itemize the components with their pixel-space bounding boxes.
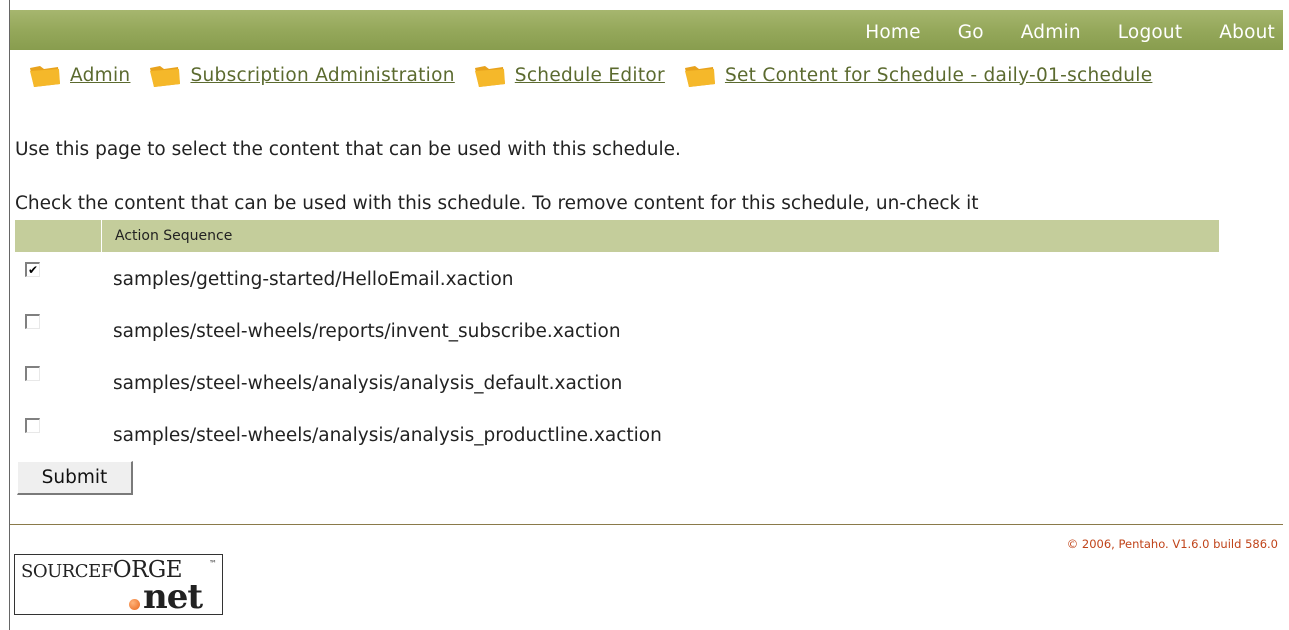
table-header-check-column (15, 220, 102, 252)
row-label: samples/steel-wheels/analysis/analysis_d… (113, 373, 623, 394)
row-label: samples/steel-wheels/analysis/analysis_p… (113, 425, 662, 446)
row-checkbox[interactable]: ✔ (25, 262, 40, 277)
table-row: samples/steel-wheels/analysis/analysis_d… (15, 364, 1015, 404)
row-checkbox[interactable] (25, 314, 40, 329)
row-checkbox[interactable] (25, 418, 40, 433)
folder-icon (474, 66, 505, 87)
nav-logout-link[interactable]: Logout (1118, 22, 1183, 43)
top-nav: Home Go Admin Logout About (828, 22, 1275, 43)
instruction-text: Check the content that can be used with … (15, 193, 979, 214)
footer-divider (10, 524, 1283, 525)
copyright-text: © 2006, Pentaho. V1.6.0 build 586.0 (1066, 537, 1278, 551)
breadcrumb-link-admin[interactable]: Admin (70, 65, 130, 86)
table-header-action-sequence: Action Sequence (115, 228, 233, 244)
table-row: samples/steel-wheels/analysis/analysis_p… (15, 416, 1015, 456)
folder-icon (150, 66, 181, 87)
sourceforge-net-text: net (143, 577, 203, 617)
nav-about-link[interactable]: About (1219, 22, 1275, 43)
breadcrumb-item-admin: Admin (28, 62, 130, 88)
folder-icon (30, 66, 60, 87)
intro-text: Use this page to select the content that… (15, 139, 681, 160)
row-checkbox[interactable] (25, 366, 40, 381)
table-header: Action Sequence (15, 220, 1219, 252)
folder-icon (684, 66, 715, 87)
breadcrumb-link-schedule-editor[interactable]: Schedule Editor (515, 65, 665, 86)
sourceforge-logo[interactable]: SOURCEFORGE ™ net (14, 554, 223, 617)
trademark-symbol: ™ (209, 559, 217, 568)
breadcrumb-link-set-content[interactable]: Set Content for Schedule - daily-01-sche… (725, 65, 1152, 86)
page: Home Go Admin Logout About Admin Subscri… (9, 0, 1289, 630)
breadcrumb-item-set-content: Set Content for Schedule - daily-01-sche… (683, 62, 1152, 88)
top-nav-bar: Home Go Admin Logout About (10, 10, 1283, 50)
breadcrumb-item-schedule-editor: Schedule Editor (473, 62, 665, 88)
nav-home-link[interactable]: Home (865, 22, 920, 43)
nav-go-link[interactable]: Go (958, 22, 984, 43)
nav-admin-link[interactable]: Admin (1021, 22, 1081, 43)
submit-button[interactable]: Submit (17, 461, 133, 495)
breadcrumb-item-subscription-administration: Subscription Administration (148, 62, 454, 88)
sourceforge-dot-icon (129, 599, 140, 610)
table-row: samples/steel-wheels/reports/invent_subs… (15, 312, 1015, 352)
row-label: samples/steel-wheels/reports/invent_subs… (113, 321, 621, 342)
table-row: ✔ samples/getting-started/HelloEmail.xac… (15, 260, 1015, 300)
breadcrumb-link-subscription-administration[interactable]: Subscription Administration (190, 65, 454, 86)
row-label: samples/getting-started/HelloEmail.xacti… (113, 269, 514, 290)
breadcrumb: Admin Subscription Administration Schedu… (10, 51, 1283, 99)
